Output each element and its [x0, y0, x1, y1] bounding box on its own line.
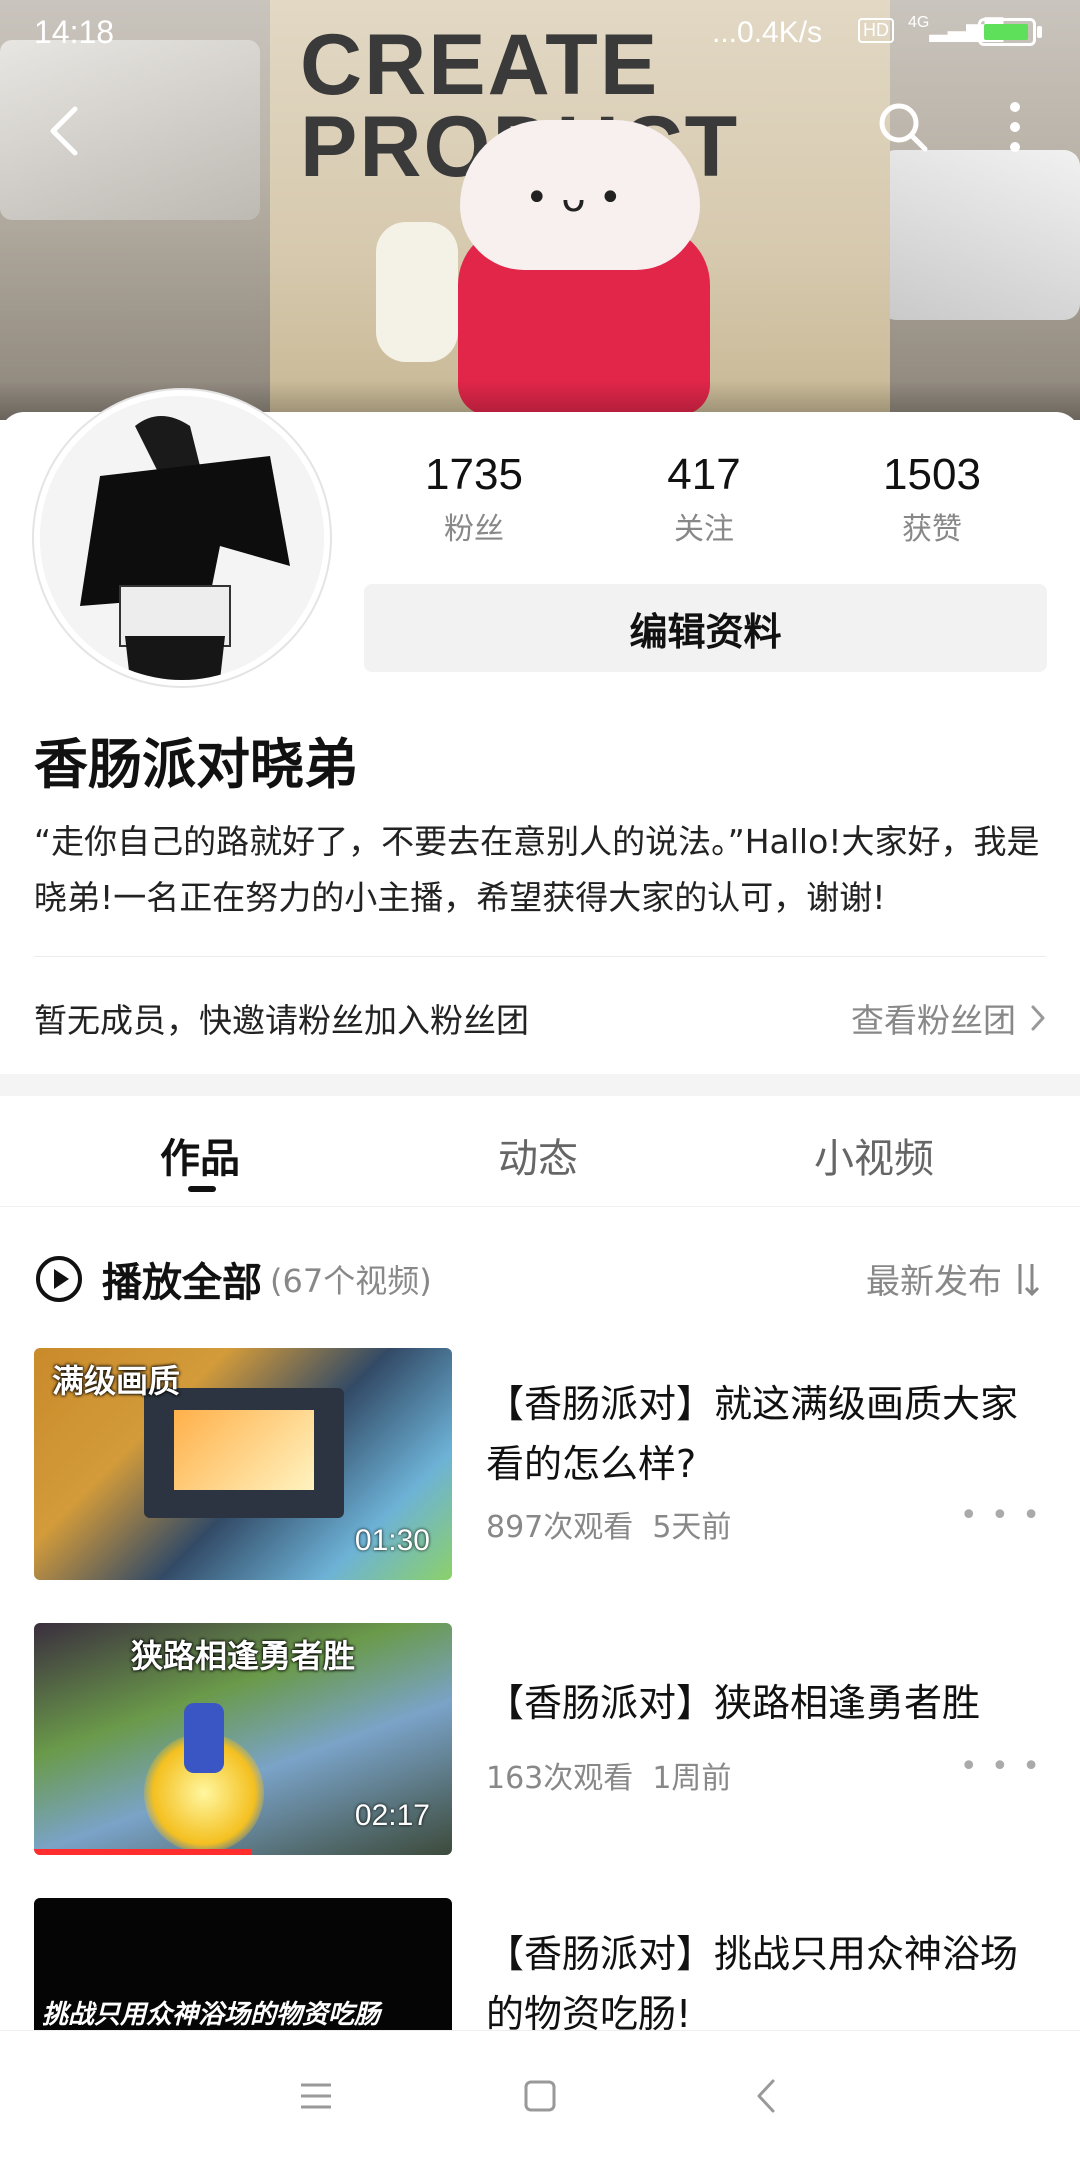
video-item[interactable]: 挑战只用众神浴场的物资吃肠 【香肠派对】挑战只用众神浴场的物资吃肠!	[0, 1898, 1080, 2030]
play-circle-icon	[36, 1256, 82, 1302]
banner-plush-bottle	[376, 222, 458, 362]
video-meta: 897次观看 5天前	[486, 1502, 731, 1546]
video-more-icon[interactable]: • • •	[960, 1498, 1042, 1533]
content-tabs: 作品 动态 小视频	[0, 1096, 1080, 1207]
tab-works[interactable]: 作品	[160, 1126, 240, 1184]
status-time: 14:18	[34, 14, 115, 50]
video-item[interactable]: 满级画质 01:30 【香肠派对】就这满级画质大家看的怎么样? 897次观看 5…	[0, 1348, 1080, 1588]
tab-short-videos[interactable]: 小视频	[814, 1126, 934, 1184]
play-all-button[interactable]: 播放全部 (67个视频)	[34, 1250, 432, 1308]
video-title[interactable]: 【香肠派对】就这满级画质大家看的怎么样?	[486, 1374, 1046, 1494]
video-views: 163次观看	[486, 1761, 634, 1796]
search-icon	[879, 103, 928, 152]
sort-label: 最新发布	[866, 1262, 1002, 1302]
back-button[interactable]	[30, 96, 100, 166]
video-item[interactable]: 狭路相逢勇者胜 02:17 【香肠派对】狭路相逢勇者胜 163次观看 1周前 •…	[0, 1623, 1080, 1863]
thumb-label: 满级画质	[52, 1362, 181, 1400]
stat-following[interactable]: 417 关注	[604, 450, 804, 548]
video-time: 1周前	[652, 1761, 732, 1796]
view-fanclub-label: 查看粉丝团	[851, 1001, 1016, 1040]
view-fanclub-link[interactable]: 查看粉丝团	[851, 994, 1046, 1042]
profile-bio: “走你自己的路就好了，不要去在意别人的说法。”Hallo!大家好，我是晓弟!一名…	[34, 822, 1040, 917]
more-button[interactable]	[980, 92, 1050, 162]
edit-profile-button[interactable]: 编辑资料	[364, 584, 1047, 672]
video-views: 897次观看	[486, 1510, 634, 1545]
video-title[interactable]: 【香肠派对】狭路相逢勇者胜	[486, 1673, 1046, 1733]
stat-likes-label: 获赞	[902, 512, 962, 547]
hd-icon: HD	[858, 18, 894, 43]
stat-followers-value: 1735	[425, 450, 523, 499]
more-icon	[1010, 102, 1020, 152]
video-duration: 02:17	[354, 1799, 430, 1832]
profile-name: 香肠派对晓弟	[34, 733, 358, 796]
nav-back-icon	[757, 2079, 775, 2113]
banner-plush-face: • ᴗ •	[525, 175, 623, 221]
stat-likes[interactable]: 1503 获赞	[832, 450, 1032, 548]
section-separator	[0, 1074, 1080, 1096]
video-count: (67个视频)	[270, 1262, 432, 1300]
video-thumbnail[interactable]: 挑战只用众神浴场的物资吃肠	[34, 1898, 452, 2030]
menu-icon	[301, 2083, 331, 2109]
system-nav-bar	[0, 2030, 1080, 2161]
video-duration: 01:30	[354, 1524, 430, 1557]
stat-following-value: 417	[667, 450, 741, 499]
status-net-speed: ...0.4K/s	[712, 16, 823, 49]
sort-button[interactable]: 最新发布	[866, 1254, 1042, 1303]
video-time: 5天前	[652, 1510, 732, 1545]
stat-likes-value: 1503	[883, 450, 981, 499]
tab-active-indicator	[188, 1186, 216, 1192]
sort-icon	[1018, 1263, 1040, 1296]
play-all-label: 播放全部	[102, 1260, 262, 1306]
banner-pillow-right	[880, 150, 1080, 320]
home-button[interactable]	[510, 2066, 570, 2126]
video-thumbnail[interactable]: 满级画质 01:30	[34, 1348, 452, 1580]
tab-updates[interactable]: 动态	[498, 1126, 578, 1184]
nav-back-button[interactable]	[736, 2066, 796, 2126]
menu-button[interactable]	[286, 2066, 346, 2126]
home-icon	[524, 2080, 556, 2112]
stat-following-label: 关注	[674, 512, 734, 547]
avatar-illustration	[40, 396, 324, 680]
video-title[interactable]: 【香肠派对】挑战只用众神浴场的物资吃肠!	[486, 1924, 1046, 2030]
video-more-icon[interactable]: • • •	[960, 1749, 1042, 1784]
back-icon	[50, 106, 78, 156]
stat-followers[interactable]: 1735 粉丝	[374, 450, 574, 548]
fanclub-text: 暂无成员，快邀请粉丝加入粉丝团	[34, 1001, 529, 1040]
chevron-right-icon	[1031, 1005, 1045, 1031]
stat-followers-label: 粉丝	[444, 512, 504, 547]
thumb-label: 狭路相逢勇者胜	[130, 1637, 355, 1675]
battery-icon	[978, 18, 1036, 46]
video-thumbnail[interactable]: 狭路相逢勇者胜 02:17	[34, 1623, 452, 1855]
avatar[interactable]	[34, 390, 330, 686]
watch-progress-bar	[34, 1849, 252, 1855]
thumb-label: 挑战只用众神浴场的物资吃肠	[42, 2000, 381, 2030]
search-button[interactable]	[868, 92, 938, 162]
video-meta: 163次观看 1周前	[486, 1753, 731, 1797]
status-bar: 14:18 ...0.4K/s HD 4G▂▃▅▇	[0, 0, 1080, 66]
divider	[34, 956, 1046, 957]
